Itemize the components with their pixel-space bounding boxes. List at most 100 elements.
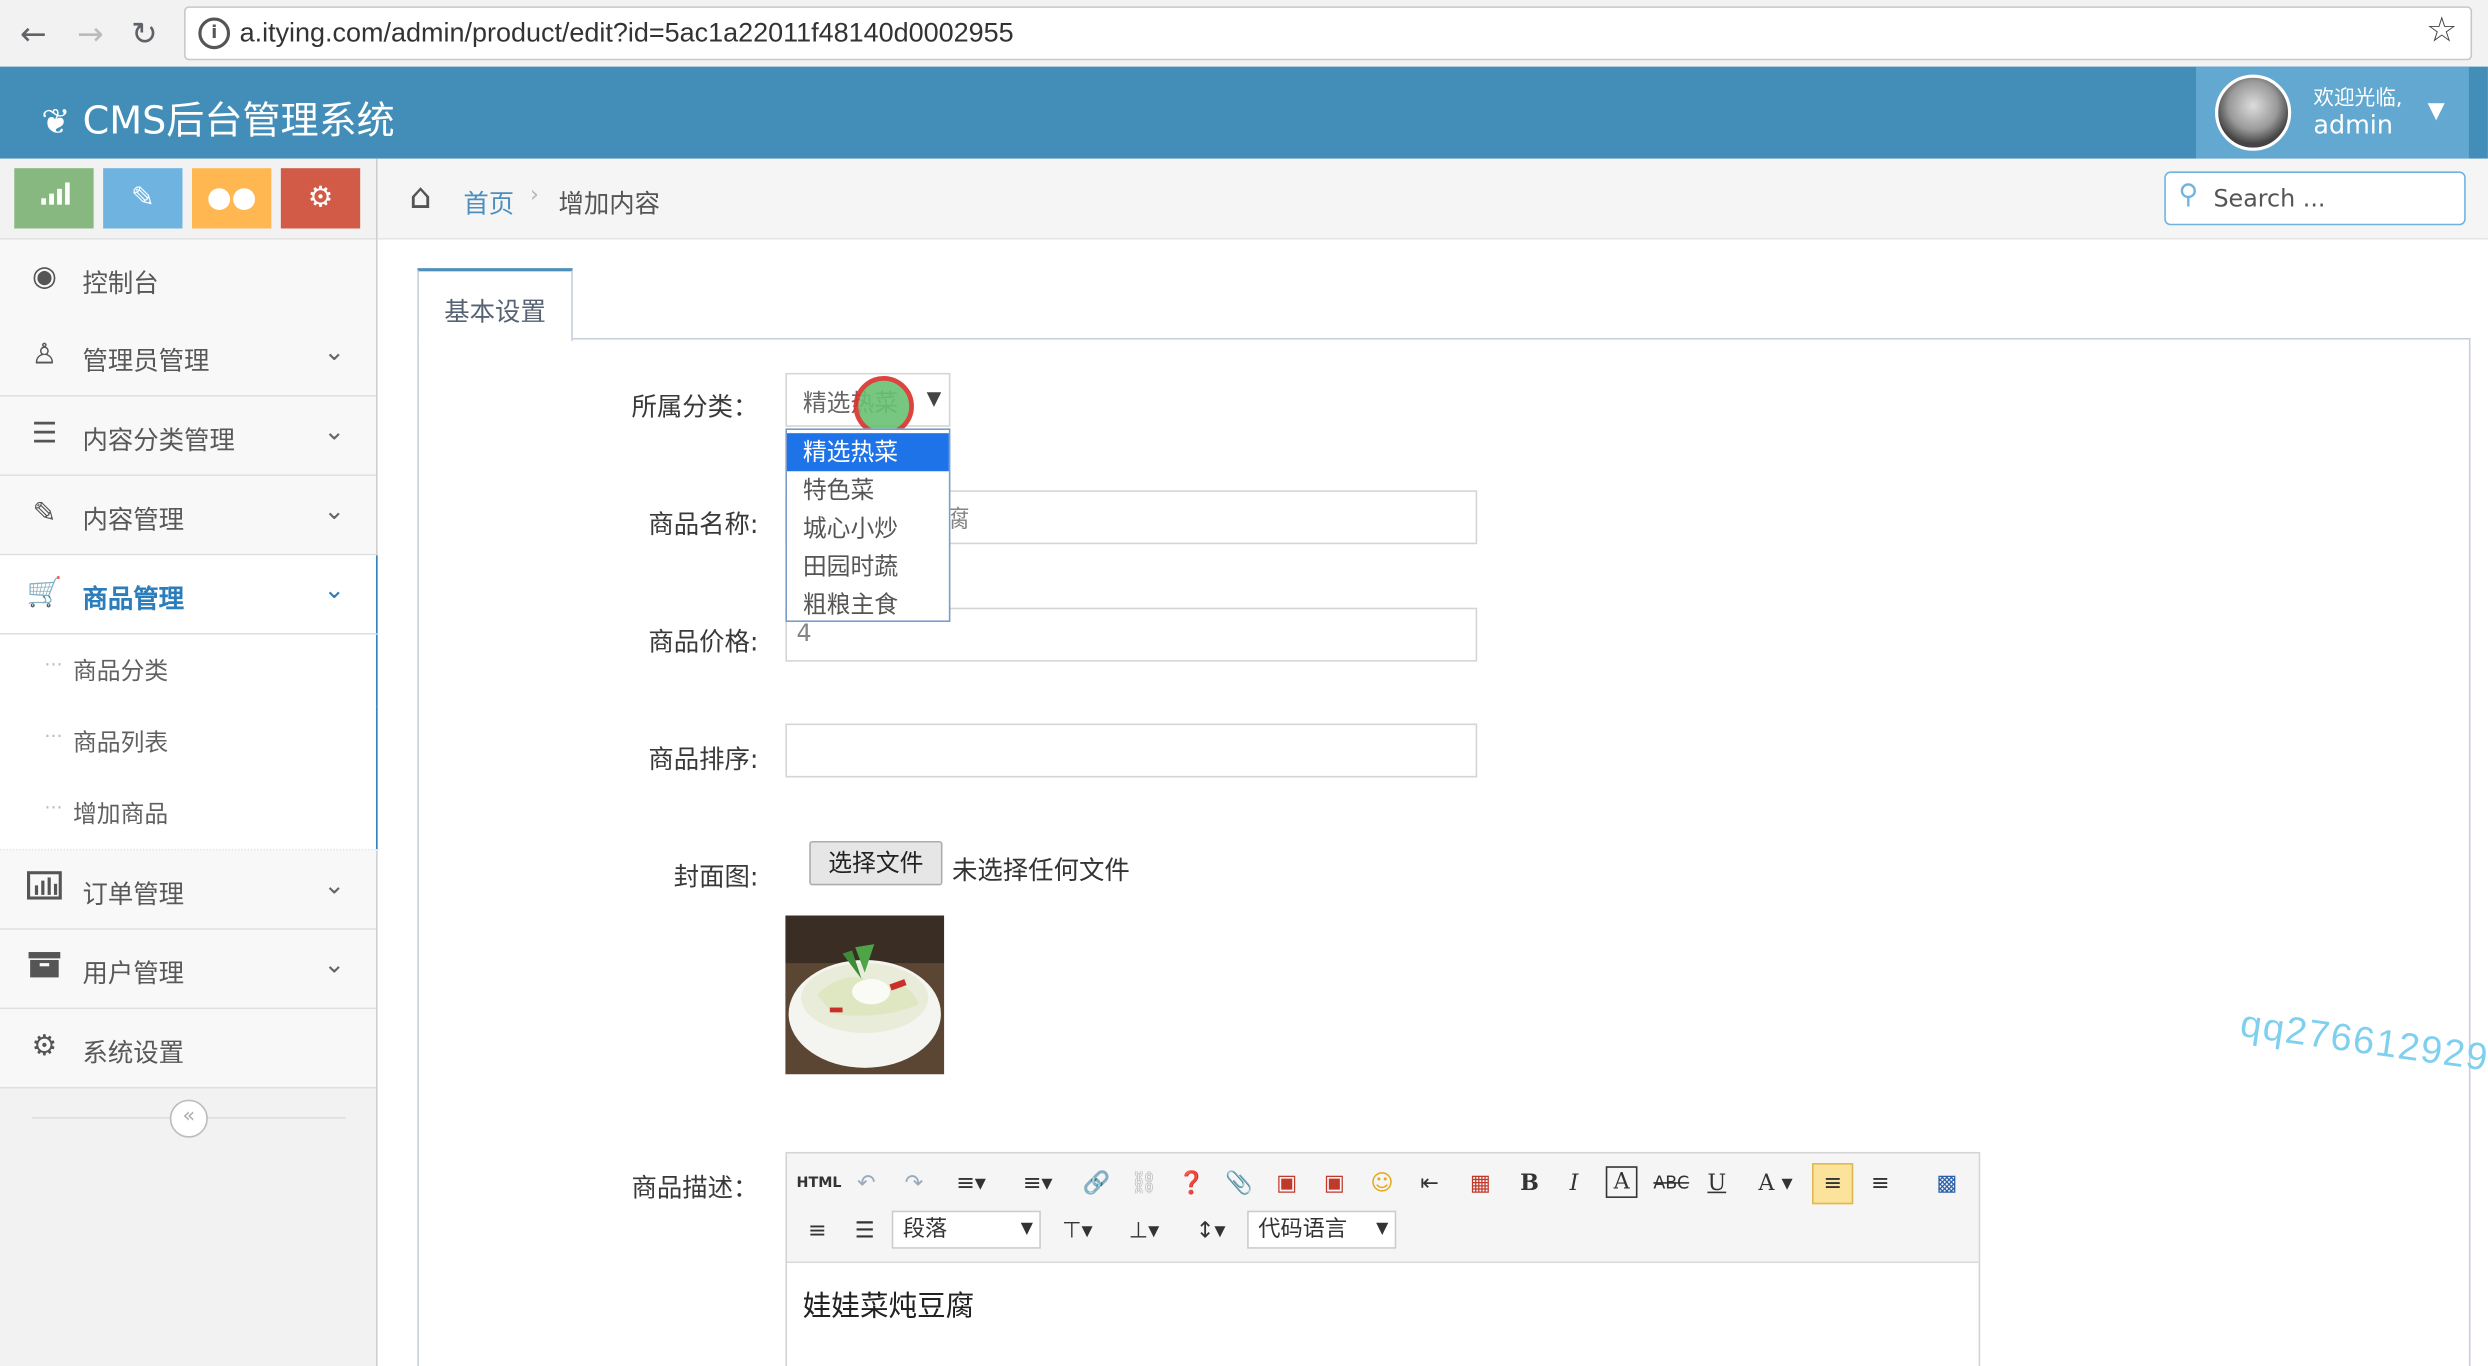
reload-icon[interactable]: ↻ <box>124 13 165 54</box>
sidebar-item-content-category[interactable]: ☰ 内容分类管理 ⌄ <box>0 396 377 477</box>
redo-icon[interactable]: ↷ <box>898 1166 930 1201</box>
category-option[interactable]: 特色菜 <box>787 471 949 509</box>
sidebar-item-users[interactable]: 用户管理 ⌄ <box>0 929 377 1010</box>
brand[interactable]: ❦ CMS后台管理系统 <box>41 89 394 145</box>
caret-down-icon: ▼ <box>926 387 942 410</box>
strikethrough-icon[interactable]: ABC <box>1653 1166 1689 1201</box>
breadcrumb: ⌂ 首页 › 增加内容 ⚲ Search ... <box>377 158 2488 240</box>
url-text: a.itying.com/admin/product/edit?id=5ac1a… <box>239 17 1014 48</box>
double-chevron-left-icon[interactable]: « <box>169 1099 208 1138</box>
help-icon[interactable]: ❓ <box>1174 1166 1209 1201</box>
sidebar-item-dashboard[interactable]: ◉ 控制台 <box>0 238 377 319</box>
editor-body-text[interactable]: 娃娃菜炖豆腐 <box>803 1284 974 1325</box>
font-color-icon[interactable]: A ▾ <box>1749 1166 1803 1201</box>
sidebar-subitem-label: 增加商品 <box>72 799 169 829</box>
italic-icon[interactable]: I <box>1558 1166 1590 1201</box>
tab-basic-settings[interactable]: 基本设置 <box>417 268 573 342</box>
numbered-list-icon[interactable]: ≡▾ <box>1012 1166 1063 1201</box>
sidebar-item-content[interactable]: ✎ 内容管理 ⌄ <box>0 476 377 556</box>
justify-icon[interactable]: ☰ <box>847 1214 882 1249</box>
align-center-icon[interactable]: ≡ <box>1863 1166 1898 1201</box>
brand-title: CMS后台管理系统 <box>82 98 395 143</box>
align-right-icon[interactable]: ≡ <box>800 1214 835 1249</box>
font-border-icon[interactable]: A <box>1605 1166 1638 1198</box>
bold-icon[interactable]: B <box>1514 1166 1546 1201</box>
mouse-cursor-highlight <box>853 376 914 437</box>
sidebar: ✎ ●● ⚙ ◉ 控制台 ♙ 管理员管理 ⌄ ☰ 内容分类管理 ⌄ ✎ 内容管理… <box>0 158 380 1366</box>
code-language-select[interactable]: 代码语言 ▼ <box>1247 1210 1397 1249</box>
category-option[interactable]: 田园时蔬 <box>787 547 949 585</box>
calendar-icon[interactable]: ▦ <box>1463 1166 1498 1201</box>
sidebar-subitem-label: 商品列表 <box>72 728 169 757</box>
user-icon: ♙ <box>31 337 58 372</box>
sidebar-item-label: 订单管理 <box>82 879 185 910</box>
file-status: 未选择任何文件 <box>952 855 1130 886</box>
description-label: 商品描述： <box>631 1172 759 1203</box>
price-label: 商品价格: <box>648 626 759 657</box>
sidebar-item-settings[interactable]: ⚙ 系统设置 <box>0 1009 377 1089</box>
unlink-icon[interactable]: ⛓ <box>1127 1166 1162 1201</box>
code-language-select-value: 代码语言 <box>1258 1216 1348 1243</box>
choose-file-button[interactable]: 选择文件 <box>809 840 943 886</box>
fullscreen-icon[interactable]: ▩ <box>1929 1166 1964 1201</box>
leaf-icon: ❦ <box>41 103 71 143</box>
chevron-down-icon: ⌄ <box>323 495 345 526</box>
welcome-text: 欢迎光临, <box>2313 87 2403 112</box>
cover-label: 封面图: <box>673 861 759 892</box>
sort-label: 商品排序: <box>648 744 759 775</box>
arrow-left-icon[interactable]: ← <box>13 13 54 54</box>
dots-icon: ··· <box>44 653 63 676</box>
attachment-icon[interactable]: 📎 <box>1222 1166 1257 1201</box>
html-icon[interactable]: HTML <box>797 1166 842 1201</box>
app-header: ❦ CMS后台管理系统 欢迎光临, admin ▼ <box>0 66 2488 159</box>
rich-text-editor[interactable]: HTML ↶ ↷ ≡▾ ≡▾ 🔗 ⛓ ❓ 📎 ▣ ▣ ☺ ⇤ ▦ B I A A… <box>785 1151 1981 1366</box>
sidebar-subitem-add-product[interactable]: ··· 增加商品 <box>0 777 380 851</box>
row-spacing-bottom-icon[interactable]: ⊥▾ <box>1117 1214 1171 1249</box>
row-spacing-top-icon[interactable]: ⊤▾ <box>1050 1214 1104 1249</box>
search-input[interactable]: ⚲ Search ... <box>2164 171 2466 226</box>
underline-icon[interactable]: U <box>1701 1166 1733 1201</box>
bullet-list-icon[interactable]: ≡▾ <box>946 1166 997 1201</box>
cogs-icon[interactable]: ⚙ <box>280 168 361 229</box>
undo-icon[interactable]: ↶ <box>850 1166 882 1201</box>
users-icon[interactable]: ●● <box>191 168 272 229</box>
paragraph-select[interactable]: 段落 ▼ <box>891 1210 1041 1249</box>
sidebar-item-label: 商品管理 <box>82 583 185 615</box>
sidebar-item-admin[interactable]: ♙ 管理员管理 ⌄ <box>0 317 377 397</box>
arrow-right-icon[interactable]: → <box>70 13 111 54</box>
cover-image <box>785 915 945 1075</box>
sort-field[interactable] <box>785 723 1478 778</box>
sidebar-subitem-product-category[interactable]: ··· 商品分类 <box>0 634 380 708</box>
dashboard-icon: ◉ <box>31 260 57 294</box>
editor-toolbar: HTML ↶ ↷ ≡▾ ≡▾ 🔗 ⛓ ❓ 📎 ▣ ▣ ☺ ⇤ ▦ B I A A… <box>787 1153 1979 1264</box>
search-placeholder: Search ... <box>2213 184 2326 213</box>
breadcrumb-current: 增加内容 <box>558 188 661 219</box>
pagebreak-icon[interactable]: ⇤ <box>1412 1166 1447 1201</box>
line-height-icon[interactable]: ↕▾ <box>1184 1214 1238 1249</box>
breadcrumb-home[interactable]: 首页 <box>463 182 514 220</box>
sidebar-item-label: 控制台 <box>82 268 159 299</box>
home-icon[interactable]: ⌂ <box>409 178 431 218</box>
sidebar-subitem-product-list[interactable]: ··· 商品列表 <box>0 706 380 780</box>
chevron-down-icon: ⌄ <box>323 869 345 900</box>
cart-icon: 🛒 <box>26 575 63 610</box>
category-option[interactable]: 城心小炒 <box>787 509 949 547</box>
emoji-icon[interactable]: ☺ <box>1365 1166 1400 1201</box>
sidebar-item-orders[interactable]: 订单管理 ⌄ <box>0 850 377 930</box>
chevron-down-icon: ⌄ <box>323 574 345 605</box>
info-icon[interactable]: i <box>198 17 231 50</box>
category-option[interactable]: 粗粮主食 <box>787 585 949 623</box>
address-bar[interactable]: i a.itying.com/admin/product/edit?id=5ac… <box>184 6 2473 61</box>
image-icon[interactable]: ▣ <box>1269 1166 1304 1201</box>
pencil-icon[interactable]: ✎ <box>103 168 183 229</box>
signal-icon[interactable] <box>14 168 94 229</box>
link-icon[interactable]: 🔗 <box>1079 1166 1114 1201</box>
bar-chart-icon <box>25 871 63 906</box>
sidebar-item-products[interactable]: 🛒 商品管理 ⌄ <box>0 555 380 635</box>
search-icon: ⚲ <box>2178 179 2199 212</box>
align-left-icon[interactable]: ≡ <box>1812 1163 1854 1205</box>
star-icon[interactable]: ☆ <box>2426 11 2457 51</box>
multi-image-icon[interactable]: ▣ <box>1317 1166 1352 1201</box>
category-option[interactable]: 精选热菜 <box>787 433 949 472</box>
user-menu[interactable]: 欢迎光临, admin ▼ <box>2195 66 2469 159</box>
